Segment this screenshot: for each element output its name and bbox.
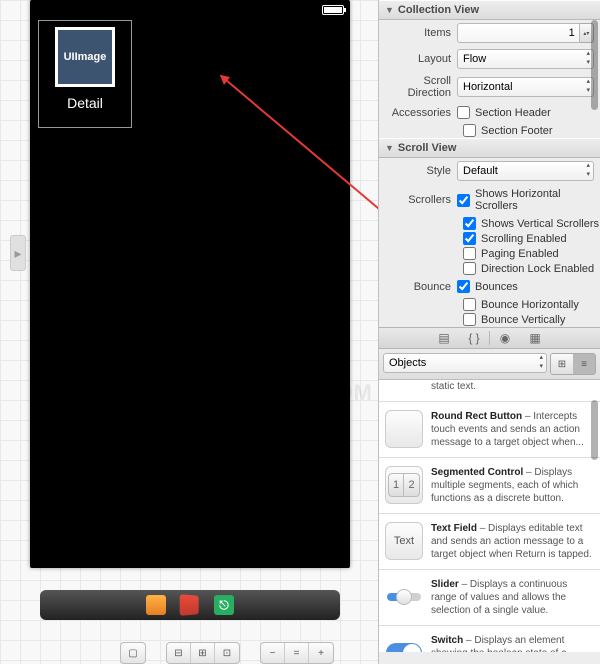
list-item: Round Rect Button – Intercepts touch eve… bbox=[379, 402, 600, 458]
device-button-group[interactable]: ▢ bbox=[120, 642, 146, 664]
shows-horizontal-checkbox[interactable] bbox=[457, 194, 470, 207]
uiimage-placeholder[interactable]: UIImage bbox=[55, 27, 115, 87]
style-label: Style bbox=[379, 165, 457, 177]
canvas-toolbar: ⎋ bbox=[40, 590, 340, 620]
zoom-out-icon[interactable]: − bbox=[261, 643, 285, 663]
slider-icon[interactable] bbox=[385, 578, 423, 616]
list-item: Switch – Displays an element showing the… bbox=[379, 626, 600, 652]
text-field-icon[interactable]: Text bbox=[385, 522, 423, 560]
inspector-scrollbar[interactable] bbox=[591, 20, 598, 110]
style-select[interactable]: Default bbox=[457, 161, 594, 181]
scrollers-label: Scrollers bbox=[379, 194, 457, 206]
battery-icon bbox=[322, 5, 344, 15]
section-footer-checkbox[interactable] bbox=[463, 124, 476, 137]
layout-label: Layout bbox=[379, 53, 457, 65]
constraint-button-group[interactable]: ⊟ ⊞ ⊡ bbox=[166, 642, 240, 664]
file-owner-icon[interactable] bbox=[146, 595, 166, 615]
direction-lock-checkbox[interactable] bbox=[463, 262, 476, 275]
device-icon[interactable]: ▢ bbox=[121, 643, 145, 663]
status-bar bbox=[30, 0, 350, 20]
paging-enabled-checkbox[interactable] bbox=[463, 247, 476, 260]
disclosure-triangle-icon[interactable]: ▼ bbox=[385, 143, 394, 153]
scrolling-enabled-checkbox[interactable] bbox=[463, 232, 476, 245]
bounce-label: Bounce bbox=[379, 281, 457, 293]
editor-bottom-bar: ▢ ⊟ ⊞ ⊡ − = + bbox=[120, 642, 334, 664]
zoom-fit-icon[interactable]: = bbox=[285, 643, 309, 663]
accessories-label: Accessories bbox=[379, 107, 457, 119]
exit-icon[interactable]: ⎋ bbox=[214, 595, 234, 615]
bounces-checkbox[interactable] bbox=[457, 280, 470, 293]
bounce-horizontal-checkbox[interactable] bbox=[463, 298, 476, 311]
object-library-list[interactable]: static text. Round Rect Button – Interce… bbox=[379, 380, 600, 652]
round-rect-button-icon[interactable] bbox=[385, 410, 423, 448]
cell-detail-label[interactable]: Detail bbox=[39, 95, 131, 111]
segmented-control-icon[interactable]: 12 bbox=[385, 466, 423, 504]
first-responder-icon[interactable] bbox=[180, 594, 199, 616]
media-tab-icon[interactable]: ▦ bbox=[520, 329, 550, 347]
scroll-direction-label: Scroll Direction bbox=[379, 75, 457, 99]
layout-select[interactable]: Flow bbox=[457, 49, 594, 69]
section-title: Scroll View bbox=[398, 142, 457, 154]
list-view-icon[interactable]: ≡ bbox=[573, 354, 595, 374]
object-tab-icon[interactable]: ◉ bbox=[490, 329, 520, 347]
items-field[interactable] bbox=[457, 23, 580, 43]
scroll-direction-select[interactable]: Horizontal bbox=[457, 77, 594, 97]
list-item-fragment: static text. bbox=[431, 380, 476, 393]
list-item: Text Text Field – Displays editable text… bbox=[379, 514, 600, 570]
file-template-tab-icon[interactable]: ▤ bbox=[429, 329, 459, 347]
list-item: 12 Segmented Control – Displays multiple… bbox=[379, 458, 600, 514]
library-scrollbar[interactable] bbox=[591, 400, 598, 460]
align-icon[interactable]: ⊟ bbox=[167, 643, 191, 663]
attributes-inspector: ▼ Collection View Items ▴▾ Layout Flow S… bbox=[378, 0, 600, 664]
collection-view-section-header[interactable]: ▼ Collection View bbox=[379, 0, 600, 20]
disclosure-triangle-icon[interactable]: ▼ bbox=[385, 5, 394, 15]
collection-view-cell[interactable]: UIImage Detail bbox=[38, 20, 132, 128]
shows-vertical-checkbox[interactable] bbox=[463, 217, 476, 230]
scroll-view-section-header[interactable]: ▼ Scroll View bbox=[379, 138, 600, 158]
switch-icon[interactable] bbox=[385, 634, 423, 652]
items-label: Items bbox=[379, 27, 457, 39]
bounce-vertical-checkbox[interactable] bbox=[463, 313, 476, 326]
code-snippet-tab-icon[interactable]: { } bbox=[459, 329, 489, 347]
resolve-icon[interactable]: ⊡ bbox=[215, 643, 239, 663]
zoom-button-group[interactable]: − = + bbox=[260, 642, 334, 664]
library-tab-bar: ▤ { } ◉ ▦ bbox=[379, 327, 600, 349]
pin-icon[interactable]: ⊞ bbox=[191, 643, 215, 663]
library-filter-bar: Objects ⊞ ≡ bbox=[379, 349, 600, 380]
section-header-checkbox[interactable] bbox=[457, 106, 470, 119]
section-title: Collection View bbox=[398, 4, 479, 16]
grid-view-icon[interactable]: ⊞ bbox=[551, 354, 573, 374]
zoom-in-icon[interactable]: + bbox=[309, 643, 333, 663]
list-item: Slider – Displays a continuous range of … bbox=[379, 570, 600, 626]
dock-expand-chevron[interactable]: ▸ bbox=[10, 235, 26, 271]
library-filter-select[interactable]: Objects bbox=[383, 353, 547, 373]
iphone-frame: UIImage Detail bbox=[30, 0, 350, 568]
